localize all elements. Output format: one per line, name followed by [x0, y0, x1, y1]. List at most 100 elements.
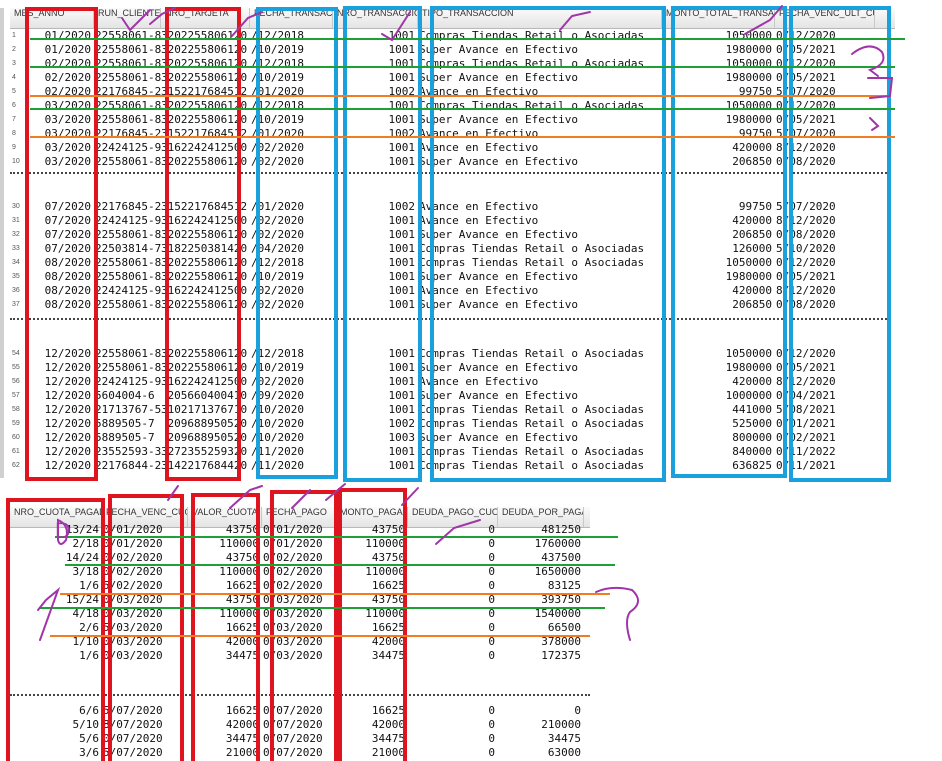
cell-mes-anno[interactable]: 61 12/2020: [10, 445, 94, 459]
cell-nro-cuota-pagada[interactable]: 2/18: [10, 537, 102, 551]
table-row[interactable]: 4/18 0/03/2020 110000 0/03/2020 110000 0 15400…: [10, 607, 590, 621]
cell-tipo-transaccion[interactable]: Compras Tiendas Retail o Asociadas: [418, 99, 662, 113]
cell-fecha-venc-cuota[interactable]: 0/02/2020: [102, 551, 188, 565]
cell-tipo-transaccion[interactable]: Compras Tiendas Retail o Asociadas: [418, 459, 662, 473]
cell-run-cliente[interactable]: 22424125-9: [94, 141, 161, 155]
cell-nro-transaccion[interactable]: 1001: [333, 57, 418, 71]
cell-monto-total-transaccion[interactable]: 1050000: [662, 347, 775, 361]
cell-tipo-transaccion[interactable]: Super Avance en Efectivo: [418, 113, 662, 127]
cell-nro-tarjeta[interactable]: 3202255806120: [161, 43, 250, 57]
table-row[interactable]: 2/18 0/01/2020 110000 0/01/2020 110000 0 17600…: [10, 537, 590, 551]
cell-nro-transaccion[interactable]: 1002: [333, 417, 418, 431]
cell-nro-transaccion[interactable]: 1001: [333, 445, 418, 459]
cell-nro-tarjeta[interactable]: 3272355259320: [161, 445, 250, 459]
cell-fecha-venc-ult-cuota[interactable]: 0/12/2020: [775, 57, 875, 71]
table-row[interactable]: 35 08/2020 22558061-8 3202255806120/10/2019…: [10, 270, 895, 284]
cell-monto-total-transaccion[interactable]: 206850: [662, 298, 775, 312]
cell-fecha-transaccion[interactable]: /02/2020: [250, 155, 333, 169]
table-row[interactable]: 5/6 0/07/2020 34475 0/07/2020 34475 0 34475: [10, 732, 590, 746]
cell-nro-cuota-pagada[interactable]: 3/18: [10, 565, 102, 579]
cell-nro-tarjeta[interactable]: 3152217684512: [161, 85, 250, 99]
cell-fecha-venc-cuota[interactable]: 0/01/2020: [102, 537, 188, 551]
cell-nro-tarjeta[interactable]: 3202255806120: [161, 347, 250, 361]
table-row[interactable]: 5 02/2020 22176845-2 3152217684512/01/2020 1…: [10, 85, 895, 99]
cell-nro-tarjeta[interactable]: 3202255806120: [161, 71, 250, 85]
cell-mes-anno[interactable]: 56 12/2020: [10, 375, 94, 389]
cell-monto-total-transaccion[interactable]: 420000: [662, 375, 775, 389]
cell-nro-tarjeta[interactable]: 3102171376710: [161, 403, 250, 417]
cell-valor-cuota[interactable]: 34475: [188, 649, 262, 663]
cell-fecha-transaccion[interactable]: /12/2018: [250, 57, 333, 71]
cell-monto-pagado[interactable]: 110000: [336, 607, 408, 621]
cell-fecha-transaccion[interactable]: /09/2020: [250, 389, 333, 403]
cell-monto-pagado[interactable]: 110000: [336, 565, 408, 579]
cell-tipo-transaccion[interactable]: Avance en Efectivo: [418, 127, 662, 141]
table-row[interactable]: 10 03/2020 22558061-8 3202255806120/02/2020…: [10, 155, 895, 169]
cell-run-cliente[interactable]: 22558061-8: [94, 57, 161, 71]
cell-deuda-pago-cuota[interactable]: 0: [408, 565, 498, 579]
cell-fecha-pago[interactable]: 0/03/2020: [262, 635, 336, 649]
table-row[interactable]: 15/24 0/03/2020 43750 0/03/2020 43750 0 393750: [10, 593, 590, 607]
cell-mes-anno[interactable]: 37 08/2020: [10, 298, 94, 312]
cell-fecha-pago[interactable]: 0/02/2020: [262, 579, 336, 593]
cell-nro-cuota-pagada[interactable]: 15/24: [10, 593, 102, 607]
cell-valor-cuota[interactable]: 110000: [188, 537, 262, 551]
cell-fecha-venc-ult-cuota[interactable]: 5/07/2020: [775, 127, 875, 141]
cell-deuda-pago-cuota[interactable]: 0: [408, 593, 498, 607]
cell-fecha-venc-cuota[interactable]: 0/03/2020: [102, 593, 188, 607]
cell-mes-anno[interactable]: 35 08/2020: [10, 270, 94, 284]
cell-valor-cuota[interactable]: 34475: [188, 732, 262, 746]
cell-nro-tarjeta[interactable]: 3202255806120: [161, 256, 250, 270]
cell-mes-anno[interactable]: 9 03/2020: [10, 141, 94, 155]
cell-monto-total-transaccion[interactable]: 1980000: [662, 113, 775, 127]
cell-fecha-pago[interactable]: 0/07/2020: [262, 718, 336, 732]
cell-nro-tarjeta[interactable]: 3162242412500: [161, 214, 250, 228]
table-row[interactable]: 4 02/2020 22558061-8 3202255806120/10/2019 1…: [10, 71, 895, 85]
cell-monto-total-transaccion[interactable]: 1980000: [662, 71, 775, 85]
cell-monto-total-transaccion[interactable]: 126000: [662, 242, 775, 256]
cell-fecha-transaccion[interactable]: /12/2018: [250, 256, 333, 270]
cell-run-cliente[interactable]: 22424125-9: [94, 214, 161, 228]
cell-mes-anno[interactable]: 59 12/2020: [10, 417, 94, 431]
cell-mes-anno[interactable]: 33 07/2020: [10, 242, 94, 256]
cell-fecha-venc-ult-cuota[interactable]: 0/12/2020: [775, 29, 875, 43]
cell-run-cliente[interactable]: 22558061-8: [94, 347, 161, 361]
cell-monto-total-transaccion[interactable]: 800000: [662, 431, 775, 445]
cell-monto-total-transaccion[interactable]: 420000: [662, 284, 775, 298]
cell-deuda-pago-cuota[interactable]: 0: [408, 551, 498, 565]
cell-deuda-pago-cuota[interactable]: 0: [408, 621, 498, 635]
cell-fecha-venc-ult-cuota[interactable]: 0/01/2021: [775, 417, 875, 431]
table-row[interactable]: 1/6 0/03/2020 34475 0/03/2020 34475 0 172375: [10, 649, 590, 663]
cell-tipo-transaccion[interactable]: Avance en Efectivo: [418, 375, 662, 389]
table-row[interactable]: 13/24 0/01/2020 43750 0/01/2020 43750 0 481250: [10, 523, 590, 537]
cell-run-cliente[interactable]: 22558061-8: [94, 113, 161, 127]
cell-valor-cuota[interactable]: 21000: [188, 746, 262, 760]
table-row[interactable]: 61 12/2020 23552593-3 3272355259320/11/2020…: [10, 445, 895, 459]
cell-mes-anno[interactable]: 30 07/2020: [10, 200, 94, 214]
cell-monto-total-transaccion[interactable]: 420000: [662, 214, 775, 228]
cell-deuda-pago-cuota[interactable]: 0: [408, 523, 498, 537]
cell-tipo-transaccion[interactable]: Super Avance en Efectivo: [418, 431, 662, 445]
cell-mes-anno[interactable]: 62 12/2020: [10, 459, 94, 473]
cell-nro-tarjeta[interactable]: 3152217684512: [161, 127, 250, 141]
cell-fecha-venc-ult-cuota[interactable]: 8/12/2020: [775, 284, 875, 298]
cell-fecha-venc-ult-cuota[interactable]: 0/11/2021: [775, 459, 875, 473]
cell-valor-cuota[interactable]: 16625: [188, 579, 262, 593]
table-row[interactable]: 8 03/2020 22176845-2 3152217684512/01/2020 1…: [10, 127, 895, 141]
cell-run-cliente[interactable]: 22558061-8: [94, 99, 161, 113]
cell-fecha-transaccion[interactable]: /10/2020: [250, 417, 333, 431]
cell-run-cliente[interactable]: 22176845-2: [94, 85, 161, 99]
cell-deuda-por-pagar[interactable]: 63000: [498, 746, 584, 760]
column-header-fecha-transaccion[interactable]: FECHA_TRANSACCION: [250, 8, 333, 28]
cell-deuda-por-pagar[interactable]: 172375: [498, 649, 584, 663]
cell-run-cliente[interactable]: 21713767-5: [94, 403, 161, 417]
cell-deuda-pago-cuota[interactable]: 0: [408, 579, 498, 593]
cell-nro-transaccion[interactable]: 1001: [333, 347, 418, 361]
cell-run-cliente[interactable]: 22558061-8: [94, 29, 161, 43]
cell-nro-cuota-pagada[interactable]: 2/6: [10, 621, 102, 635]
cell-fecha-venc-cuota[interactable]: 5/07/2020: [102, 704, 188, 718]
cell-nro-cuota-pagada[interactable]: 1/6: [10, 579, 102, 593]
cell-nro-tarjeta[interactable]: 3162242412500: [161, 375, 250, 389]
cell-fecha-pago[interactable]: 0/07/2020: [262, 746, 336, 760]
cell-deuda-pago-cuota[interactable]: 0: [408, 649, 498, 663]
